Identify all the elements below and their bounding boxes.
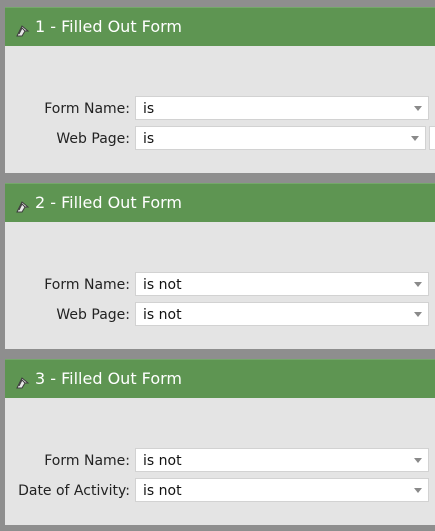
filter-card-header[interactable]: 3 - Filled Out Form [5,359,435,398]
chevron-down-icon [414,312,422,317]
select-value: is not [143,483,182,499]
web-page-label: Web Page: [56,131,130,147]
web-page-label: Web Page: [56,307,130,323]
flow-arrow-icon [16,201,30,213]
form-name-label: Form Name: [44,277,130,293]
select-value: is [143,101,155,117]
form-name-label: Form Name: [44,101,130,117]
form-name-label: Form Name: [44,453,130,469]
web-page-value-input[interactable] [429,126,435,150]
chevron-down-icon [414,458,422,463]
filter-card-3: 3 - Filled Out Form Form Name: is not Da… [5,359,435,525]
flow-arrow-icon [16,377,30,389]
filter-card-2: 2 - Filled Out Form Form Name: is not We… [5,183,435,349]
chevron-down-icon [414,488,422,493]
filter-card-1: 1 - Filled Out Form Form Name: is Web Pa… [5,7,435,173]
filter-card-header[interactable]: 1 - Filled Out Form [5,7,435,46]
select-value: is not [143,453,182,469]
filter-card-title: 3 - Filled Out Form [35,369,182,388]
flow-arrow-icon [16,25,30,37]
web-page-operator-select[interactable]: is not [135,302,429,326]
select-value: is [143,131,155,147]
chevron-down-icon [411,136,419,141]
filter-card-header[interactable]: 2 - Filled Out Form [5,183,435,222]
select-value: is not [143,277,182,293]
chevron-down-icon [414,106,422,111]
form-name-operator-select[interactable]: is [135,96,429,120]
filter-card-title: 2 - Filled Out Form [35,193,182,212]
form-name-operator-select[interactable]: is not [135,448,429,472]
date-of-activity-label: Date of Activity: [18,483,130,499]
chevron-down-icon [414,282,422,287]
form-name-operator-select[interactable]: is not [135,272,429,296]
filter-card-title: 1 - Filled Out Form [35,17,182,36]
date-of-activity-operator-select[interactable]: is not [135,478,429,502]
select-value: is not [143,307,182,323]
web-page-operator-select[interactable]: is [135,126,426,150]
